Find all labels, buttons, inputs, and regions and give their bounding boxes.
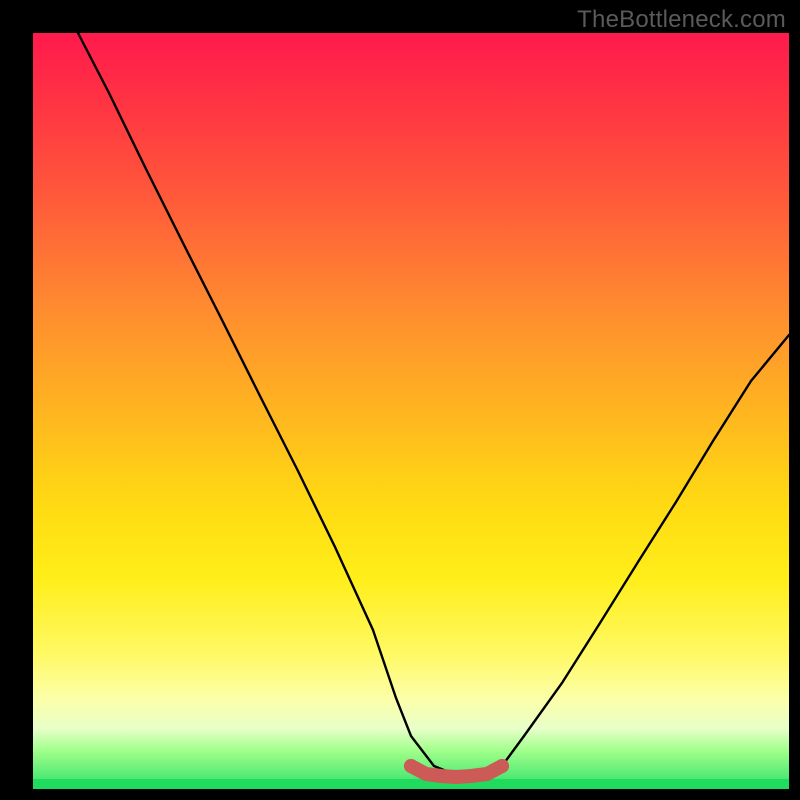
optimal-range-start-dot — [404, 759, 418, 773]
plot-svg — [33, 33, 789, 789]
bottleneck-curve — [78, 33, 789, 777]
optimal-range-segment — [411, 766, 502, 777]
optimal-range-end-dot — [495, 759, 509, 773]
outer-frame: TheBottleneck.com — [0, 0, 800, 800]
plot-area — [33, 33, 789, 789]
attribution-text: TheBottleneck.com — [577, 6, 786, 34]
